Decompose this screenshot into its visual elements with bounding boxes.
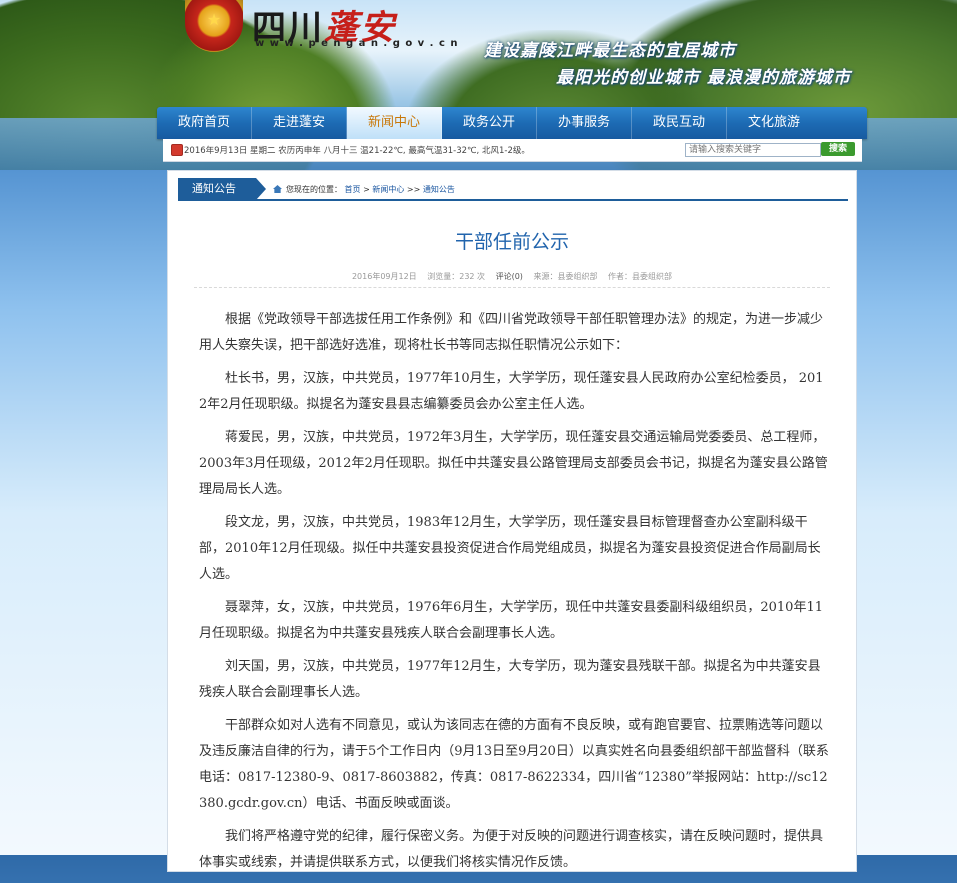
emblem-star-icon: ★ xyxy=(206,10,222,29)
nav-item-culture-tourism[interactable]: 文化旅游 xyxy=(727,107,821,139)
site-url: w w w . p e n g a n . g o v . c n xyxy=(255,38,459,49)
article-title: 干部任前公示 xyxy=(454,231,569,253)
article-paragraph: 段文龙，男，汉族，中共党员，1983年12月生，大学学历，现任蓬安县目标管理督查… xyxy=(199,515,821,582)
breadcrumb-separator: > xyxy=(360,185,373,194)
meta-divider xyxy=(194,287,830,288)
breadcrumb-notices-link[interactable]: 通知公告 xyxy=(423,185,455,194)
article-author: 作者：县委组织部 xyxy=(608,272,673,281)
tab-underline xyxy=(178,199,848,201)
breadcrumb-home-link[interactable]: 首页 xyxy=(345,185,361,194)
article-body: 根据《党政领导干部选拔任用工作条例》和《四川省党政领导干部任职管理办法》的规定，… xyxy=(199,307,829,883)
search-input[interactable] xyxy=(685,143,821,157)
slogan-line-2: 最阳光的创业城市 最浪漫的旅游城市 xyxy=(556,68,851,88)
main-nav: 政府首页 走进蓬安 新闻中心 政务公开 办事服务 政民互动 文化旅游 xyxy=(157,107,867,139)
search-button[interactable]: 搜索 xyxy=(821,142,855,156)
article-source: 来源：县委组织部 xyxy=(533,272,598,281)
slogan-line-1: 建设嘉陵江畔最生态的宜居城市 xyxy=(484,41,736,61)
nav-item-services[interactable]: 办事服务 xyxy=(537,107,632,139)
nav-item-news[interactable]: 新闻中心 xyxy=(347,107,442,139)
nav-item-about[interactable]: 走进蓬安 xyxy=(252,107,347,139)
nav-item-home[interactable]: 政府首页 xyxy=(157,107,252,139)
article-views: 浏览量：232 次 xyxy=(427,272,486,281)
date-weather-text: 2016年9月13日 星期二 农历丙申年 八月十三 温21-22℃, 最高气温3… xyxy=(184,146,530,156)
article-date: 2016年09月12日 xyxy=(351,272,417,281)
article-paragraph: 根据《党政领导干部选拔任用工作条例》和《四川省党政领导干部任职管理办法》的规定，… xyxy=(199,312,824,353)
article-paragraph: 我们将严格遵守党的纪律，履行保密义务。为便于对反映的问题进行调查核实，请在反映问… xyxy=(199,829,824,870)
calendar-icon xyxy=(171,144,183,156)
article-panel: 通知公告 您现在的位置： 首页 > 新闻中心 >> 通知公告 干部任前公示 20… xyxy=(167,170,857,872)
article-comments-link[interactable]: 评论(0) xyxy=(496,272,523,281)
info-bar: 2016年9月13日 星期二 农历丙申年 八月十三 温21-22℃, 最高气温3… xyxy=(163,139,862,162)
breadcrumb: 您现在的位置： 首页 > 新闻中心 >> 通知公告 xyxy=(273,184,455,195)
article-meta: 2016年09月12日 浏览量：232 次 评论(0) 来源：县委组织部 作者：… xyxy=(168,271,856,282)
article-paragraph: 蒋爱民，男，汉族，中共党员，1972年3月生，大学学历，现任蓬安县交通运输局党委… xyxy=(199,430,828,497)
breadcrumb-news-link[interactable]: 新闻中心 xyxy=(372,185,404,194)
article-paragraph: 聂翠萍，女，汉族，中共党员，1976年6月生，大学学历，现任中共蓬安县委副科级组… xyxy=(199,600,823,641)
home-icon xyxy=(273,185,282,193)
breadcrumb-separator: >> xyxy=(404,185,423,194)
article-paragraph: 刘天国，男，汉族，中共党员，1977年12月生，大专学历，现为蓬安县残联干部。拟… xyxy=(199,659,821,700)
nav-item-interaction[interactable]: 政民互动 xyxy=(632,107,727,139)
article-paragraph: 杜长书，男，汉族，中共党员，1977年10月生，大学学历，现任蓬安县人民政府办公… xyxy=(199,371,824,412)
tab-notices[interactable]: 通知公告 xyxy=(178,178,266,200)
nav-item-gov-affairs[interactable]: 政务公开 xyxy=(442,107,537,139)
article-paragraph: 干部群众如对人选有不同意见，或认为该同志在德的方面有不良反映，或有跑官要官、拉票… xyxy=(199,718,829,811)
breadcrumb-prefix: 您现在的位置： xyxy=(286,185,342,194)
